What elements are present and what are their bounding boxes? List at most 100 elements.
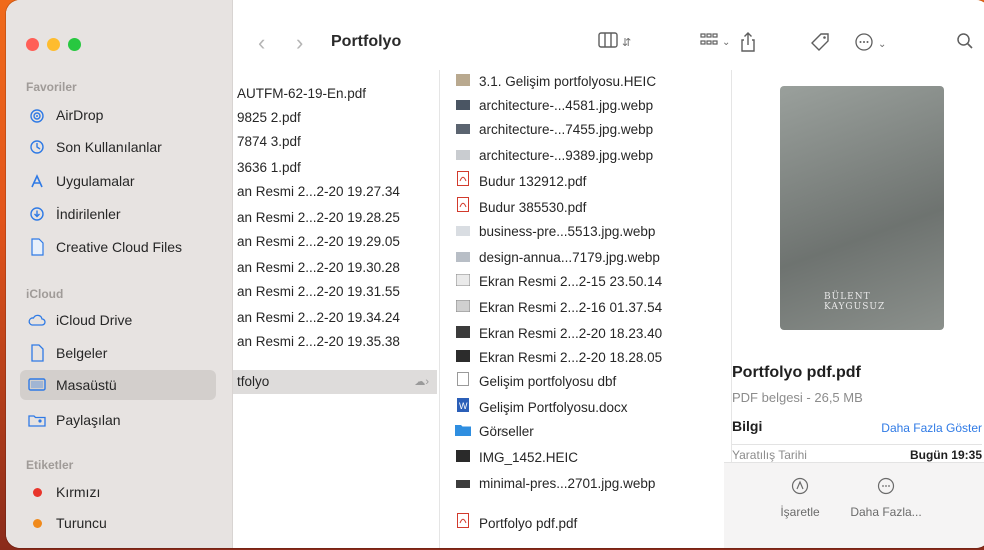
thumbnail-text: BÜLENT KAYGUSUZ xyxy=(824,292,885,312)
sidebar-item-documents[interactable]: Belgeler xyxy=(20,338,216,368)
list-item[interactable]: 7874 3.pdf xyxy=(233,130,437,154)
image-icon xyxy=(455,349,471,363)
airdrop-icon xyxy=(28,107,46,123)
list-item[interactable]: 3636 1.pdf xyxy=(233,156,437,180)
ellipsis-circle-icon xyxy=(854,32,874,57)
sidebar-item-label: Son Kullanılanlar xyxy=(56,139,162,155)
sidebar-item-tag-orange[interactable]: Turuncu xyxy=(20,508,216,538)
cloud-icon: ☁› xyxy=(414,376,429,388)
more-actions-label: Daha Fazla... xyxy=(850,505,922,519)
tag-color-dot-icon xyxy=(28,487,46,497)
list-item-label: tfolyo xyxy=(237,374,270,389)
icloud-header: iCloud xyxy=(26,287,64,301)
preview-file-name: Portfolyo pdf.pdf xyxy=(732,364,861,381)
list-item-label: Ekran Resmi 2...2-16 01.37.54 xyxy=(479,300,663,315)
list-item[interactable]: Ekran Resmi 2...2-20 18.28.05 xyxy=(455,346,662,370)
list-item[interactable]: Ekran Resmi 2...2-16 01.37.54 xyxy=(455,296,662,320)
list-item[interactable]: an Resmi 2...2-20 19.30.28 xyxy=(233,256,437,280)
list-item-label: Budur 132912.pdf xyxy=(479,174,587,189)
search-icon xyxy=(956,32,974,55)
markup-button[interactable]: İşaretle xyxy=(760,477,840,519)
sidebar-item-creative-cloud[interactable]: Creative Cloud Files xyxy=(20,232,216,262)
list-item[interactable]: an Resmi 2...2-20 19.31.55 xyxy=(233,280,437,304)
chevron-right-icon: › xyxy=(499,425,504,439)
sidebar-item-applications[interactable]: Uygulamalar xyxy=(20,166,216,196)
list-item[interactable]: an Resmi 2...2-20 19.35.38 xyxy=(233,330,437,354)
list-item-label: Ekran Resmi 2...2-20 18.28.05 xyxy=(479,350,663,365)
list-item[interactable]: minimal-pres...2701.jpg.webp xyxy=(455,472,655,496)
show-more-link[interactable]: Daha Fazla Göster xyxy=(881,421,982,435)
chevron-left-icon: ‹ xyxy=(258,30,266,55)
preview-thumbnail[interactable]: BÜLENT KAYGUSUZ xyxy=(780,86,944,330)
sidebar-item-tag-red[interactable]: Kırmızı xyxy=(20,477,216,507)
more-quick-actions-button[interactable]: Daha Fazla... xyxy=(846,477,926,519)
list-item-selected-folder[interactable]: tfolyo ☁› xyxy=(233,370,437,394)
image-icon xyxy=(455,273,471,287)
image-icon xyxy=(455,148,471,162)
zoom-window-button[interactable] xyxy=(68,38,81,51)
sidebar-item-label: Masaüstü xyxy=(56,377,117,393)
list-item-label: Görseller xyxy=(479,424,534,439)
sidebar-item-recents[interactable]: Son Kullanılanlar xyxy=(20,132,216,162)
list-item-label: business-pre...5513.jpg.webp xyxy=(479,224,656,239)
svg-text:W: W xyxy=(459,401,468,411)
minimize-window-button[interactable] xyxy=(47,38,60,51)
close-window-button[interactable] xyxy=(26,38,39,51)
sidebar-item-downloads[interactable]: İndirilenler xyxy=(20,199,216,229)
list-item[interactable]: an Resmi 2...2-20 19.34.24 xyxy=(233,306,437,330)
image-icon xyxy=(455,299,471,313)
more-actions-button[interactable]: ⌄ xyxy=(854,32,886,57)
finder-window: Favoriler AirDrop Son Kullanılanlar Uygu… xyxy=(6,0,984,548)
list-item-selected-file[interactable]: Portfolyo pdf.pdf xyxy=(455,512,577,536)
search-button[interactable] xyxy=(956,32,974,55)
sidebar-item-shared[interactable]: Paylaşılan xyxy=(20,405,216,435)
view-mode-button[interactable]: ⇵ xyxy=(598,32,631,53)
sidebar-item-label: iCloud Drive xyxy=(56,312,133,328)
list-item[interactable]: architecture-...9389.jpg.webp xyxy=(455,144,653,168)
chevron-down-icon: ⌄ xyxy=(878,39,887,50)
list-item[interactable]: an Resmi 2...2-20 19.28.25 xyxy=(233,206,437,230)
list-item[interactable]: Budur 385530.pdf xyxy=(455,196,586,220)
list-item[interactable]: an Resmi 2...2-20 19.29.05 xyxy=(233,230,437,254)
window-title: Portfolyo xyxy=(331,33,402,50)
list-item[interactable]: an Resmi 2...2-20 19.27.34 xyxy=(233,180,437,204)
back-button[interactable]: ‹ xyxy=(258,30,265,56)
list-item[interactable]: IMG_1452.HEIC xyxy=(455,446,578,470)
list-item[interactable]: W Gelişim Portfolyosu.docx xyxy=(455,396,628,420)
list-item[interactable]: 9825 2.pdf xyxy=(233,106,437,130)
group-button[interactable]: ⌄ xyxy=(700,32,730,53)
tag-button[interactable] xyxy=(810,32,830,57)
sidebar-item-label: Paylaşılan xyxy=(56,412,121,428)
sidebar-item-label: Turuncu xyxy=(56,515,107,531)
pdf-icon xyxy=(455,197,471,212)
tags-header: Etiketler xyxy=(26,458,74,472)
list-item[interactable]: Ekran Resmi 2...2-15 23.50.14 xyxy=(455,270,662,294)
list-item[interactable]: business-pre...5513.jpg.webp xyxy=(455,220,655,244)
list-item[interactable]: design-annua...7179.jpg.webp xyxy=(455,246,660,270)
list-item[interactable]: architecture-...7455.jpg.webp xyxy=(455,118,653,142)
clock-icon xyxy=(28,139,46,155)
folder-icon xyxy=(455,423,471,437)
sidebar-item-airdrop[interactable]: AirDrop xyxy=(20,100,216,130)
list-item-folder[interactable]: Görseller › xyxy=(455,420,534,444)
sidebar-item-label: Uygulamalar xyxy=(56,173,135,189)
share-button[interactable] xyxy=(740,32,756,57)
sidebar-item-icloud-drive[interactable]: iCloud Drive xyxy=(20,305,216,335)
list-item[interactable]: AUTFM-62-19-En.pdf xyxy=(233,82,437,106)
pdf-icon xyxy=(455,171,471,186)
list-item[interactable]: Ekran Resmi 2...2-20 18.23.40 xyxy=(455,322,662,346)
list-item-label: Gelişim portfolyosu dbf xyxy=(479,374,617,389)
list-item-label: architecture-...7455.jpg.webp xyxy=(479,122,654,137)
forward-button[interactable]: › xyxy=(296,30,303,56)
list-item[interactable]: Budur 132912.pdf xyxy=(455,170,586,194)
list-item[interactable]: Gelişim portfolyosu dbf xyxy=(455,370,616,394)
sidebar-item-desktop[interactable]: Masaüstü xyxy=(20,370,216,400)
tag-icon xyxy=(810,32,830,57)
markup-icon xyxy=(791,477,809,495)
column-parent: AUTFM-62-19-En.pdf 9825 2.pdf 7874 3.pdf… xyxy=(233,70,440,548)
list-item[interactable]: 3.1. Gelişim portfolyosu.HEIC xyxy=(455,70,656,94)
list-item-label: architecture-...4581.jpg.webp xyxy=(479,98,654,113)
list-item[interactable]: architecture-...4581.jpg.webp xyxy=(455,94,653,118)
document-icon xyxy=(28,238,46,256)
download-icon xyxy=(28,206,46,222)
